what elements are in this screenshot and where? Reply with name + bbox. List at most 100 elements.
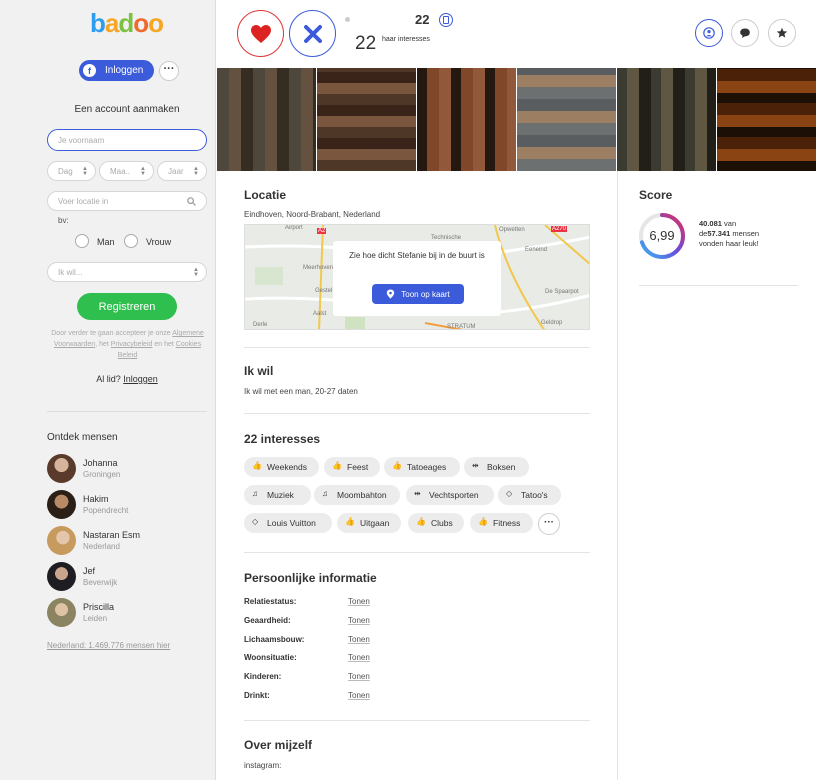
- avatar: [47, 454, 76, 483]
- sidebar: badoo f Inloggen ··· Een account aanmake…: [0, 0, 216, 780]
- profile-photo[interactable]: [217, 68, 317, 171]
- heart-icon: [251, 25, 271, 43]
- gender-woman-radio[interactable]: [124, 234, 138, 248]
- privacy-link[interactable]: Privacybeleid: [111, 341, 153, 348]
- divider: [244, 552, 590, 553]
- profile-photo[interactable]: [417, 68, 517, 171]
- month-select[interactable]: Maa.. ▲ ▼: [99, 161, 154, 181]
- interest-tag[interactable]: 👍 Uitgaan: [337, 513, 401, 533]
- person-item[interactable]: Nastaran Esm Nederland: [47, 526, 207, 556]
- location-map[interactable]: Airport Technische Opwetten Meerhoven Ge…: [244, 224, 590, 330]
- interest-tag[interactable]: ⇹ Boksen: [464, 457, 529, 477]
- gender-label: bv:: [58, 216, 69, 225]
- show-info-link[interactable]: Tonen: [348, 691, 370, 700]
- badoo-logo[interactable]: badoo: [90, 8, 164, 39]
- facebook-login-button[interactable]: f Inloggen: [79, 60, 154, 81]
- year-select[interactable]: Jaar ▲ ▼: [157, 161, 207, 181]
- show-on-map-button[interactable]: Toon op kaart: [372, 284, 464, 304]
- chat-icon: [740, 28, 750, 38]
- firstname-input[interactable]: Je voornaam: [47, 129, 207, 151]
- facebook-login-label: Inloggen: [105, 65, 144, 76]
- interest-tag[interactable]: ◇ Tatoo's: [498, 485, 561, 505]
- verified-phone-icon: [439, 13, 453, 27]
- interest-label: Boksen: [487, 462, 516, 472]
- close-icon: [304, 25, 322, 43]
- select-arrows-icon: ▲ ▼: [193, 166, 199, 177]
- photo-strip[interactable]: [217, 68, 818, 171]
- create-account-title: Een account aanmaken: [74, 104, 180, 115]
- skip-button[interactable]: [289, 10, 336, 57]
- interest-tag[interactable]: ♫ Muziek: [244, 485, 311, 505]
- interest-tag[interactable]: 👍 Fitness: [470, 513, 533, 533]
- person-item[interactable]: Priscilla Leiden: [47, 598, 207, 628]
- divider: [639, 285, 798, 286]
- facebook-icon: f: [83, 64, 96, 77]
- interest-label: Fitness: [493, 518, 521, 528]
- interest-tag[interactable]: 👍 Clubs: [408, 513, 464, 533]
- profile-photo[interactable]: [317, 68, 417, 171]
- map-label: Geldrop: [541, 320, 563, 326]
- show-info-link[interactable]: Tonen: [348, 653, 370, 662]
- more-interests-button[interactable]: ···: [538, 513, 560, 535]
- thumb-icon: 👍: [345, 517, 355, 526]
- interest-label: Feest: [347, 462, 369, 472]
- divider: [244, 413, 590, 414]
- want-select[interactable]: Ik wil... ▲ ▼: [47, 262, 207, 282]
- map-popup: Zie hoe dicht Stefanie bij in de buurt i…: [333, 241, 501, 316]
- day-select[interactable]: Dag ▲ ▼: [47, 161, 96, 181]
- avatar: [47, 490, 76, 519]
- person-city: Popendrecht: [83, 506, 129, 515]
- gender-man-radio[interactable]: [75, 234, 89, 248]
- terms-text: Door verder te gaan accepteer je onze Al…: [50, 328, 205, 361]
- avatar: [47, 562, 76, 591]
- map-label: STRATUM: [447, 324, 476, 330]
- interest-tag[interactable]: 👍 Tatoeages: [384, 457, 460, 477]
- person-city: Groningen: [83, 470, 121, 479]
- person-name: Johanna: [83, 458, 118, 468]
- interest-tag[interactable]: ◇ Louis Vuitton: [244, 513, 332, 533]
- star-icon: [776, 27, 788, 38]
- show-info-link[interactable]: Tonen: [348, 616, 370, 625]
- show-info-link[interactable]: Tonen: [348, 672, 370, 681]
- country-count-link[interactable]: Nederland: 1.469.776 mensen hier: [47, 641, 170, 650]
- profile-main: 22 22 haar interesses Locatie Eindhoven,…: [217, 0, 818, 780]
- person-name: Priscilla: [83, 602, 115, 612]
- interests-title: 22 interesses: [244, 432, 321, 446]
- thumb-icon: 👍: [416, 517, 426, 526]
- login-link[interactable]: Inloggen: [123, 374, 158, 384]
- like-button[interactable]: [237, 10, 284, 57]
- online-status-dot: [345, 17, 350, 22]
- map-road-shield: A2: [317, 228, 327, 234]
- profile-age: 22: [415, 12, 430, 27]
- person-item[interactable]: Hakim Popendrecht: [47, 490, 207, 520]
- profile-button[interactable]: [695, 19, 723, 47]
- show-info-link[interactable]: Tonen: [348, 597, 370, 606]
- more-options-button[interactable]: ···: [159, 61, 179, 81]
- location-placeholder: Voer locatie in: [58, 196, 109, 206]
- interest-tag[interactable]: ⇹ Vechtsporten: [406, 485, 494, 505]
- interest-label: Muziek: [267, 490, 294, 500]
- favorite-button[interactable]: [768, 19, 796, 47]
- user-icon: [703, 27, 715, 39]
- profile-photo[interactable]: [717, 68, 817, 171]
- profile-photo[interactable]: [517, 68, 617, 171]
- thumb-icon: 👍: [478, 517, 488, 526]
- interest-tag[interactable]: ♫ Moombahton: [314, 485, 400, 505]
- month-placeholder: Maa..: [110, 166, 131, 176]
- wants-title: Ik wil: [244, 364, 274, 378]
- chat-button[interactable]: [731, 19, 759, 47]
- score-panel: Score 6,99 40.081 van de57.341 mensen vo…: [617, 171, 818, 780]
- register-button[interactable]: Registreren: [77, 293, 177, 320]
- person-item[interactable]: Johanna Groningen: [47, 454, 207, 484]
- interest-tag[interactable]: 👍 Feest: [324, 457, 380, 477]
- show-info-link[interactable]: Tonen: [348, 635, 370, 644]
- interest-label: Tatoo's: [521, 490, 548, 500]
- profile-photo[interactable]: [617, 68, 717, 171]
- interest-tag[interactable]: 👍 Weekends: [244, 457, 319, 477]
- dumbbell-icon: ⇹: [414, 489, 421, 498]
- location-text: Eindhoven, Noord-Brabant, Nederland: [244, 210, 381, 219]
- gender-woman-label: Vrouw: [146, 237, 172, 247]
- location-input[interactable]: Voer locatie in: [47, 191, 207, 211]
- person-item[interactable]: Jef Beverwijk: [47, 562, 207, 592]
- interests-label: haar interesses: [382, 36, 430, 43]
